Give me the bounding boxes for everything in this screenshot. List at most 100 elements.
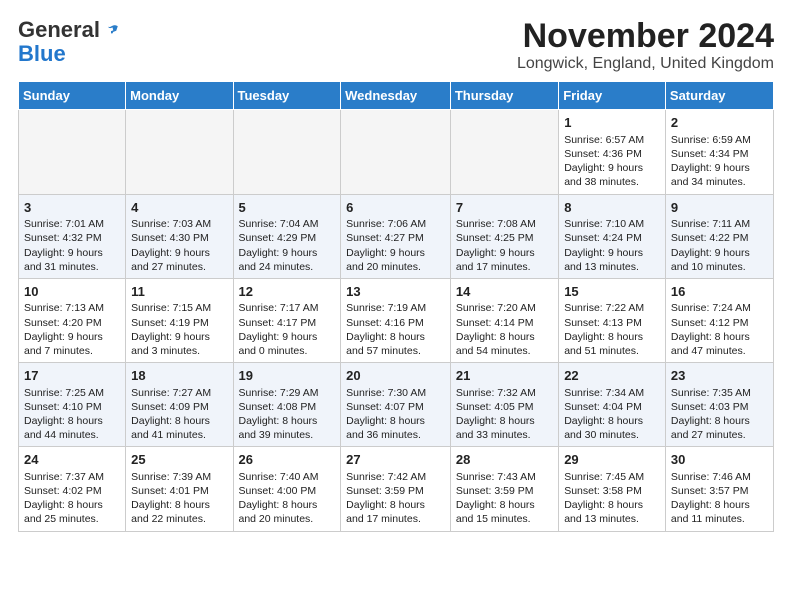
day-number: 30: [671, 451, 768, 469]
calendar-day-cell: 4Sunrise: 7:03 AMSunset: 4:30 PMDaylight…: [126, 194, 233, 278]
day-number: 17: [24, 367, 120, 385]
day-info: Sunrise: 7:32 AMSunset: 4:05 PMDaylight:…: [456, 386, 553, 443]
day-number: 5: [239, 199, 336, 217]
calendar-header-row: SundayMondayTuesdayWednesdayThursdayFrid…: [19, 82, 774, 110]
calendar-day-cell: 2Sunrise: 6:59 AMSunset: 4:34 PMDaylight…: [665, 110, 773, 194]
day-number: 15: [564, 283, 660, 301]
calendar-week-row: 10Sunrise: 7:13 AMSunset: 4:20 PMDayligh…: [19, 278, 774, 362]
day-info: Sunrise: 7:34 AMSunset: 4:04 PMDaylight:…: [564, 386, 660, 443]
day-info: Sunrise: 7:17 AMSunset: 4:17 PMDaylight:…: [239, 301, 336, 358]
day-number: 28: [456, 451, 553, 469]
calendar-day-cell: 26Sunrise: 7:40 AMSunset: 4:00 PMDayligh…: [233, 447, 341, 531]
calendar-day-cell: 17Sunrise: 7:25 AMSunset: 4:10 PMDayligh…: [19, 363, 126, 447]
calendar-week-row: 17Sunrise: 7:25 AMSunset: 4:10 PMDayligh…: [19, 363, 774, 447]
day-info: Sunrise: 7:39 AMSunset: 4:01 PMDaylight:…: [131, 470, 227, 527]
day-info: Sunrise: 6:59 AMSunset: 4:34 PMDaylight:…: [671, 133, 768, 190]
day-info: Sunrise: 7:22 AMSunset: 4:13 PMDaylight:…: [564, 301, 660, 358]
day-number: 8: [564, 199, 660, 217]
calendar-day-cell: 14Sunrise: 7:20 AMSunset: 4:14 PMDayligh…: [450, 278, 558, 362]
calendar-day-cell: 8Sunrise: 7:10 AMSunset: 4:24 PMDaylight…: [559, 194, 666, 278]
day-number: 27: [346, 451, 445, 469]
calendar-day-cell: 11Sunrise: 7:15 AMSunset: 4:19 PMDayligh…: [126, 278, 233, 362]
month-title: November 2024: [517, 18, 774, 55]
col-header-saturday: Saturday: [665, 82, 773, 110]
day-info: Sunrise: 7:06 AMSunset: 4:27 PMDaylight:…: [346, 217, 445, 274]
day-number: 22: [564, 367, 660, 385]
calendar-day-cell: 21Sunrise: 7:32 AMSunset: 4:05 PMDayligh…: [450, 363, 558, 447]
day-number: 19: [239, 367, 336, 385]
day-info: Sunrise: 6:57 AMSunset: 4:36 PMDaylight:…: [564, 133, 660, 190]
day-info: Sunrise: 7:46 AMSunset: 3:57 PMDaylight:…: [671, 470, 768, 527]
day-number: 9: [671, 199, 768, 217]
day-info: Sunrise: 7:42 AMSunset: 3:59 PMDaylight:…: [346, 470, 445, 527]
col-header-tuesday: Tuesday: [233, 82, 341, 110]
day-number: 7: [456, 199, 553, 217]
day-info: Sunrise: 7:10 AMSunset: 4:24 PMDaylight:…: [564, 217, 660, 274]
calendar-day-cell: 30Sunrise: 7:46 AMSunset: 3:57 PMDayligh…: [665, 447, 773, 531]
day-number: 14: [456, 283, 553, 301]
day-number: 21: [456, 367, 553, 385]
day-info: Sunrise: 7:19 AMSunset: 4:16 PMDaylight:…: [346, 301, 445, 358]
day-info: Sunrise: 7:03 AMSunset: 4:30 PMDaylight:…: [131, 217, 227, 274]
calendar-day-cell: 24Sunrise: 7:37 AMSunset: 4:02 PMDayligh…: [19, 447, 126, 531]
calendar-day-cell: 15Sunrise: 7:22 AMSunset: 4:13 PMDayligh…: [559, 278, 666, 362]
calendar-day-cell: 6Sunrise: 7:06 AMSunset: 4:27 PMDaylight…: [341, 194, 451, 278]
location: Longwick, England, United Kingdom: [517, 55, 774, 73]
day-number: 24: [24, 451, 120, 469]
calendar-day-cell: 27Sunrise: 7:42 AMSunset: 3:59 PMDayligh…: [341, 447, 451, 531]
day-info: Sunrise: 7:13 AMSunset: 4:20 PMDaylight:…: [24, 301, 120, 358]
title-block: November 2024 Longwick, England, United …: [517, 18, 774, 73]
calendar-week-row: 24Sunrise: 7:37 AMSunset: 4:02 PMDayligh…: [19, 447, 774, 531]
calendar-table: SundayMondayTuesdayWednesdayThursdayFrid…: [18, 81, 774, 531]
day-info: Sunrise: 7:15 AMSunset: 4:19 PMDaylight:…: [131, 301, 227, 358]
page: General Blue November 2024 Longwick, Eng…: [0, 0, 792, 542]
calendar-day-cell: 19Sunrise: 7:29 AMSunset: 4:08 PMDayligh…: [233, 363, 341, 447]
calendar-day-cell: [341, 110, 451, 194]
col-header-monday: Monday: [126, 82, 233, 110]
day-number: 6: [346, 199, 445, 217]
calendar-day-cell: 16Sunrise: 7:24 AMSunset: 4:12 PMDayligh…: [665, 278, 773, 362]
day-number: 1: [564, 114, 660, 132]
header: General Blue November 2024 Longwick, Eng…: [18, 18, 774, 73]
day-number: 23: [671, 367, 768, 385]
day-info: Sunrise: 7:25 AMSunset: 4:10 PMDaylight:…: [24, 386, 120, 443]
day-info: Sunrise: 7:43 AMSunset: 3:59 PMDaylight:…: [456, 470, 553, 527]
day-info: Sunrise: 7:27 AMSunset: 4:09 PMDaylight:…: [131, 386, 227, 443]
day-info: Sunrise: 7:30 AMSunset: 4:07 PMDaylight:…: [346, 386, 445, 443]
calendar-day-cell: 7Sunrise: 7:08 AMSunset: 4:25 PMDaylight…: [450, 194, 558, 278]
day-info: Sunrise: 7:08 AMSunset: 4:25 PMDaylight:…: [456, 217, 553, 274]
day-number: 2: [671, 114, 768, 132]
calendar-week-row: 3Sunrise: 7:01 AMSunset: 4:32 PMDaylight…: [19, 194, 774, 278]
calendar-day-cell: 3Sunrise: 7:01 AMSunset: 4:32 PMDaylight…: [19, 194, 126, 278]
col-header-thursday: Thursday: [450, 82, 558, 110]
calendar-day-cell: 10Sunrise: 7:13 AMSunset: 4:20 PMDayligh…: [19, 278, 126, 362]
calendar-day-cell: 13Sunrise: 7:19 AMSunset: 4:16 PMDayligh…: [341, 278, 451, 362]
day-number: 25: [131, 451, 227, 469]
calendar-day-cell: 20Sunrise: 7:30 AMSunset: 4:07 PMDayligh…: [341, 363, 451, 447]
col-header-wednesday: Wednesday: [341, 82, 451, 110]
col-header-sunday: Sunday: [19, 82, 126, 110]
day-info: Sunrise: 7:04 AMSunset: 4:29 PMDaylight:…: [239, 217, 336, 274]
calendar-day-cell: [126, 110, 233, 194]
calendar-day-cell: 1Sunrise: 6:57 AMSunset: 4:36 PMDaylight…: [559, 110, 666, 194]
logo: General Blue: [18, 18, 120, 66]
day-info: Sunrise: 7:37 AMSunset: 4:02 PMDaylight:…: [24, 470, 120, 527]
day-number: 16: [671, 283, 768, 301]
calendar-day-cell: [233, 110, 341, 194]
calendar-day-cell: 25Sunrise: 7:39 AMSunset: 4:01 PMDayligh…: [126, 447, 233, 531]
calendar-day-cell: 23Sunrise: 7:35 AMSunset: 4:03 PMDayligh…: [665, 363, 773, 447]
calendar-day-cell: 22Sunrise: 7:34 AMSunset: 4:04 PMDayligh…: [559, 363, 666, 447]
calendar-day-cell: [450, 110, 558, 194]
calendar-day-cell: 29Sunrise: 7:45 AMSunset: 3:58 PMDayligh…: [559, 447, 666, 531]
day-info: Sunrise: 7:29 AMSunset: 4:08 PMDaylight:…: [239, 386, 336, 443]
day-number: 20: [346, 367, 445, 385]
day-number: 26: [239, 451, 336, 469]
day-number: 11: [131, 283, 227, 301]
day-number: 29: [564, 451, 660, 469]
day-number: 12: [239, 283, 336, 301]
day-info: Sunrise: 7:40 AMSunset: 4:00 PMDaylight:…: [239, 470, 336, 527]
day-number: 13: [346, 283, 445, 301]
day-number: 18: [131, 367, 227, 385]
day-number: 3: [24, 199, 120, 217]
day-number: 4: [131, 199, 227, 217]
